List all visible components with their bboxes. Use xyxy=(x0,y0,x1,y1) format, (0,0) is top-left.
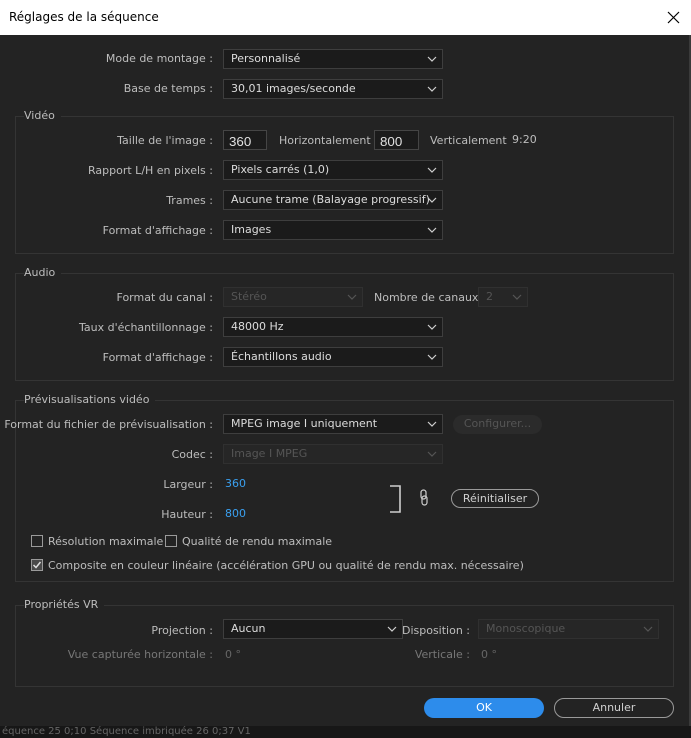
editing-mode-value: Personnalisé xyxy=(231,52,301,65)
horizontal-label: Horizontalement xyxy=(279,134,371,147)
sample-rate-label: Taux d'échantillonnage : xyxy=(79,321,213,334)
chain-link-icon[interactable] xyxy=(418,489,430,507)
projection-label: Projection : xyxy=(151,624,213,637)
video-display-format-value: Images xyxy=(231,223,272,236)
audio-display-format-label: Format d'affichage : xyxy=(102,351,213,364)
channel-count-value: 2 xyxy=(486,290,493,303)
channel-count-label: Nombre de canaux : xyxy=(374,291,486,304)
video-previews-group-title: Prévisualisations vidéo xyxy=(24,393,156,406)
codec-value: Image I MPEG xyxy=(231,447,308,460)
reset-button[interactable]: Réinitialiser xyxy=(451,489,539,508)
preview-height-label: Hauteur : xyxy=(161,508,213,521)
vertical-label: Verticalement xyxy=(430,134,507,147)
configure-button[interactable]: Configurer... xyxy=(453,415,542,434)
close-button[interactable] xyxy=(655,0,691,35)
chevron-down-icon xyxy=(427,324,437,330)
cancel-button[interactable]: Annuler xyxy=(554,698,674,718)
chevron-down-icon xyxy=(427,421,437,427)
audio-display-format-value: Échantillons audio xyxy=(231,350,332,363)
linear-color-checkbox[interactable] xyxy=(31,559,43,571)
background-timeline-strip: équence 25 0;10 Séquence imbriquée 26 0;… xyxy=(0,726,691,738)
max-render-quality-label: Qualité de rendu maximale xyxy=(182,535,333,548)
layout-label: Disposition : xyxy=(401,624,470,637)
fields-select[interactable]: Aucune trame (Balayage progressif) xyxy=(223,190,443,210)
chevron-down-icon xyxy=(427,354,437,360)
codec-select[interactable]: Image I MPEG xyxy=(223,444,443,464)
channel-format-select[interactable]: Stéréo xyxy=(223,287,363,307)
audio-group-title: Audio xyxy=(24,266,62,279)
editing-mode-label: Mode de montage : xyxy=(105,52,213,65)
video-display-format-select[interactable]: Images xyxy=(223,220,443,240)
title-bar: Réglages de la séquence xyxy=(0,0,691,36)
chevron-down-icon xyxy=(427,167,437,173)
chevron-down-icon xyxy=(427,56,437,62)
close-icon xyxy=(667,11,680,24)
chevron-down-icon xyxy=(427,451,437,457)
channel-count-select[interactable]: 2 xyxy=(478,287,528,307)
timebase-value: 30,01 images/seconde xyxy=(231,82,356,95)
window-title: Réglages de la séquence xyxy=(9,10,159,24)
projection-select[interactable]: Aucun xyxy=(223,619,403,639)
pixel-ratio-value: Pixels carrés (1,0) xyxy=(231,163,330,176)
checkmark-icon xyxy=(32,561,42,569)
chevron-down-icon xyxy=(427,227,437,233)
preview-file-format-select[interactable]: MPEG image I uniquement xyxy=(223,414,443,434)
linear-color-label: Composite en couleur linéaire (accélérat… xyxy=(48,559,524,572)
vr-properties-group xyxy=(15,605,674,687)
video-display-format-label: Format d'affichage : xyxy=(102,224,213,237)
aspect-ratio-value: 9:20 xyxy=(512,133,537,146)
preview-file-format-label: Format du fichier de prévisualisation : xyxy=(4,418,213,431)
projection-value: Aucun xyxy=(231,622,266,635)
frame-size-label: Taille de l'image : xyxy=(117,134,213,147)
preview-width-value[interactable]: 360 xyxy=(225,477,246,490)
channel-format-value: Stéréo xyxy=(231,290,267,303)
fields-value: Aucune trame (Balayage progressif) xyxy=(231,193,430,206)
chevron-down-icon xyxy=(427,86,437,92)
layout-value: Monoscopique xyxy=(486,622,566,635)
max-render-quality-checkbox[interactable] xyxy=(165,535,177,547)
sample-rate-value: 48000 Hz xyxy=(231,320,284,333)
link-bracket-icon xyxy=(390,485,401,513)
sample-rate-select[interactable]: 48000 Hz xyxy=(223,317,443,337)
timebase-label: Base de temps : xyxy=(123,82,213,95)
max-resolution-label: Résolution maximale xyxy=(48,535,164,548)
fields-label: Trames : xyxy=(166,194,213,207)
chevron-down-icon xyxy=(347,294,357,300)
codec-label: Codec : xyxy=(171,448,213,461)
pixel-ratio-select[interactable]: Pixels carrés (1,0) xyxy=(223,160,443,180)
chevron-down-icon xyxy=(387,626,397,632)
layout-select[interactable]: Monoscopique xyxy=(478,619,659,639)
ok-button[interactable]: OK xyxy=(424,698,544,718)
chevron-down-icon xyxy=(643,626,653,632)
sequence-settings-dialog: Mode de montage : Personnalisé Base de t… xyxy=(0,35,691,726)
frame-height-input[interactable] xyxy=(374,130,419,150)
chevron-down-icon xyxy=(512,294,522,300)
frame-width-input[interactable] xyxy=(223,130,267,150)
video-group-title: Vidéo xyxy=(24,109,61,122)
channel-format-label: Format du canal : xyxy=(116,291,213,304)
max-resolution-checkbox[interactable] xyxy=(31,535,43,547)
horizontal-captured-view-value: 0 ° xyxy=(225,648,241,661)
chevron-down-icon xyxy=(427,197,437,203)
vertical-view-label: Verticale : xyxy=(414,648,470,661)
editing-mode-select[interactable]: Personnalisé xyxy=(223,49,443,69)
audio-display-format-select[interactable]: Échantillons audio xyxy=(223,347,443,367)
preview-height-value[interactable]: 800 xyxy=(225,507,246,520)
horizontal-captured-view-label: Vue capturée horizontale : xyxy=(67,648,213,661)
preview-width-label: Largeur : xyxy=(163,478,213,491)
background-timeline-text: équence 25 0;10 Séquence imbriquée 26 0;… xyxy=(2,726,251,737)
vr-properties-group-title: Propriétés VR xyxy=(24,598,105,611)
vertical-view-value: 0 ° xyxy=(481,648,497,661)
preview-file-format-value: MPEG image I uniquement xyxy=(231,417,378,430)
pixel-ratio-label: Rapport L/H en pixels : xyxy=(88,164,213,177)
timebase-select[interactable]: 30,01 images/seconde xyxy=(223,79,443,99)
